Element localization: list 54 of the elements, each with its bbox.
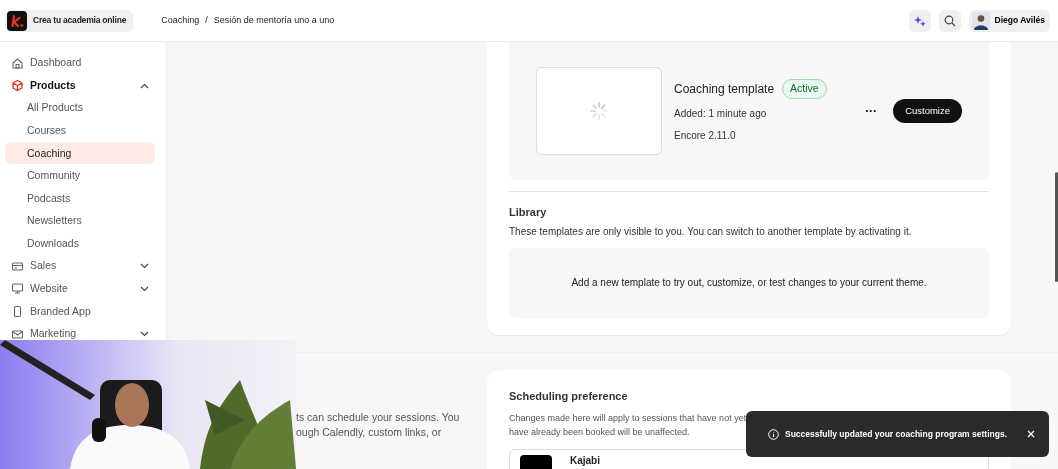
section-title: Scheduling preference [509, 389, 629, 404]
description-text: Changes made here will apply to sessions that have not yet [509, 411, 747, 425]
sidebar-item[interactable]: Products [5, 77, 155, 94]
empty-message: Add a new template to try out, customize, or test changes to your current theme. [571, 276, 927, 290]
sidebar-item[interactable]: Marketing [5, 326, 155, 343]
breadcrumb-separator: / [205, 13, 208, 27]
description-text: ts can schedule your sessions. You [296, 410, 461, 425]
sidebar-subitem[interactable]: Courses [5, 122, 155, 139]
chevron-up-icon [140, 82, 149, 89]
sidebar-subitem[interactable]: Community [5, 167, 155, 184]
template-title: Coaching template [674, 81, 775, 98]
sidebar-subitem[interactable]: Downloads [5, 235, 155, 252]
breadcrumb-current: Sesión de mentoría uno a uno [213, 13, 335, 27]
close-icon [1027, 430, 1035, 438]
toast-notification: Successfully updated your coaching program settings. [746, 411, 1049, 457]
sidebar-item[interactable]: Dashboard [5, 55, 155, 71]
info-icon [768, 428, 779, 440]
description-text: ough Calendly, custom links, or [296, 425, 443, 440]
chevron-down-icon [140, 285, 149, 292]
close-button[interactable] [1027, 430, 1035, 438]
template-added-time: Added: 1 minute ago [674, 106, 768, 121]
search-icon [943, 14, 956, 27]
avatar-icon [971, 11, 990, 30]
search-button[interactable] [938, 9, 961, 32]
chevron-down-icon [140, 331, 149, 338]
sparkle-icon [913, 14, 926, 27]
section-description: These templates are only visible to you. You can switch to another template by activating it. [509, 224, 913, 239]
description-text: have already been booked will be unaffected. [509, 425, 690, 439]
sidebar-subitem[interactable]: All Products [5, 100, 155, 117]
sidebar-subitem[interactable]: Coaching [5, 142, 155, 165]
sidebar-icon [11, 282, 24, 296]
user-menu[interactable]: Diego Avilés [968, 9, 1050, 32]
sidebar-icon [11, 327, 24, 341]
scrollbar[interactable] [1055, 172, 1058, 282]
sidebar-icon [11, 56, 24, 70]
brand-switcher[interactable]: Crea tu academia online [5, 9, 134, 32]
sidebar-icon [11, 259, 24, 273]
customize-button[interactable]: Customize [893, 98, 962, 124]
chevron-down-icon [140, 263, 149, 270]
sidebar-subitem[interactable]: Newsletters [5, 213, 155, 230]
logo-icon [7, 10, 27, 31]
sidebar-icon [11, 79, 24, 93]
sidebar-subitem[interactable]: Podcasts [5, 190, 155, 207]
sidebar-item[interactable]: Branded App [5, 303, 155, 320]
sidebar-item[interactable]: Sales [5, 258, 155, 275]
sidebar-item[interactable]: Website [5, 280, 155, 297]
loading-spinner-icon [589, 101, 609, 121]
sparkle-button[interactable] [908, 9, 931, 32]
status-badge: Active [782, 79, 827, 99]
breadcrumb-link[interactable]: Coaching [161, 13, 200, 28]
section-title: Library [509, 205, 548, 220]
more-button[interactable]: ··· [861, 102, 882, 120]
sidebar-icon [11, 305, 24, 319]
template-version: Encore 2.11.0 [674, 128, 737, 143]
